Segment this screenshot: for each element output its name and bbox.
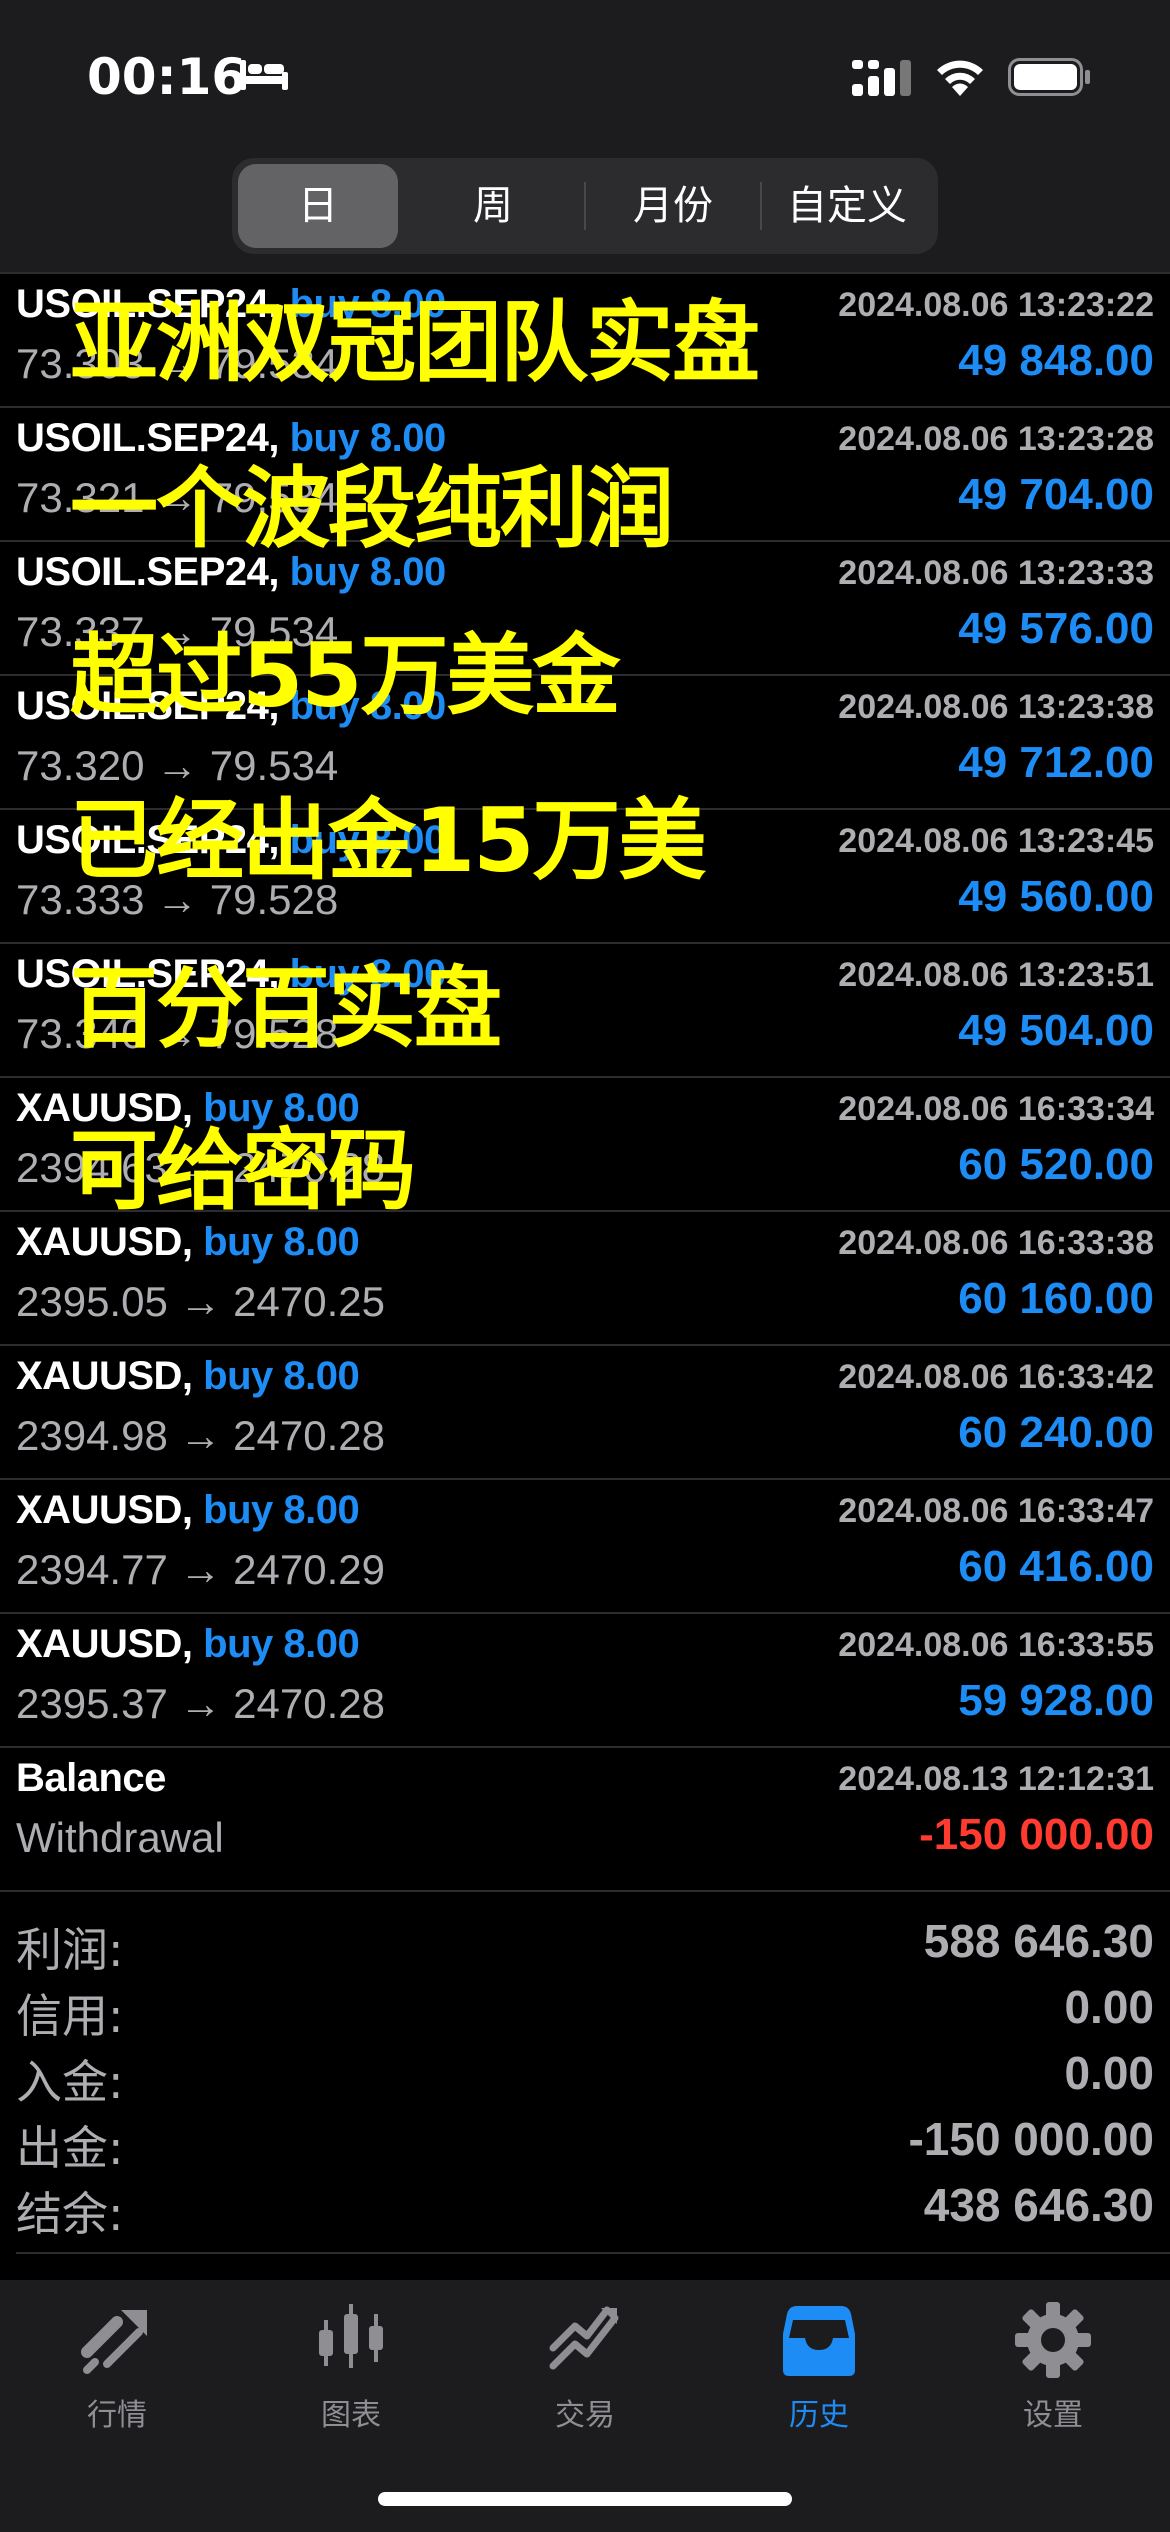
settings-gear-icon [1015, 2302, 1091, 2378]
tab-label: 设置 [1023, 2398, 1083, 2433]
balance-row[interactable]: Balance Withdrawal 2024.08.13 12:12:31 -… [0, 1746, 1170, 1880]
summary-credit: 信用: 0.00 [16, 1980, 1154, 2044]
home-indicator[interactable] [378, 2492, 792, 2506]
deal-symbol: XAUUSD, [16, 1354, 193, 1398]
wifi-icon [937, 60, 983, 96]
summary-label: 利润: [16, 1923, 124, 1977]
status-time: 00:16 [87, 48, 247, 106]
segment-separator [584, 182, 586, 230]
deal-profit: 49 560.00 [958, 872, 1154, 921]
deal-profit: 49 576.00 [958, 604, 1154, 653]
tab-settings[interactable]: 设置 [936, 2300, 1170, 2460]
balance-title: Balance [16, 1756, 166, 1800]
summary-value: 588 646.30 [923, 1915, 1154, 1967]
summary-value: -150 000.00 [908, 2113, 1154, 2165]
cellular-signal-icon [852, 60, 911, 96]
history-summary: 利润: 588 646.30 信用: 0.00 入金: 0.00 出金: -15… [0, 1890, 1170, 2252]
segment-week[interactable]: 周 [408, 164, 578, 248]
tab-label: 图表 [321, 2398, 381, 2433]
deal-time: 2024.08.06 13:23:38 [838, 688, 1154, 726]
tab-label: 历史 [789, 2398, 849, 2433]
deal-time: 2024.08.06 16:33:42 [838, 1358, 1154, 1396]
tab-quotes[interactable]: 行情 [0, 2300, 234, 2460]
deal-profit: 59 928.00 [958, 1676, 1154, 1725]
history-inbox-icon [783, 2306, 855, 2376]
summary-profit: 利润: 588 646.30 [16, 1914, 1154, 1978]
tab-label: 行情 [87, 2398, 147, 2433]
deal-profit: 49 848.00 [958, 336, 1154, 385]
summary-value: 438 646.30 [923, 2179, 1154, 2231]
battery-icon [1008, 58, 1090, 96]
tab-trade[interactable]: 交易 [468, 2300, 702, 2460]
balance-type: Withdrawal [16, 1814, 224, 1861]
summary-value: 0.00 [1064, 1981, 1154, 2033]
deal-side: buy 8.00 [203, 1622, 360, 1666]
overlay-text-line: 已经出金15万美 [70, 789, 706, 892]
deal-profit: 60 240.00 [958, 1408, 1154, 1457]
summary-deposit: 入金: 0.00 [16, 2046, 1154, 2110]
tab-chart[interactable]: 图表 [234, 2300, 468, 2460]
deal-price: 2395.05 → 2470.25 [16, 1278, 385, 1325]
deal-profit: 49 704.00 [958, 470, 1154, 519]
deal-row[interactable]: XAUUSD, buy 8.00 2394.98 → 2470.28 2024.… [0, 1344, 1170, 1478]
deal-time: 2024.08.06 13:23:51 [838, 956, 1154, 994]
sleep-bed-icon [240, 60, 288, 90]
summary-divider [16, 2252, 1170, 2254]
summary-value: 0.00 [1064, 2047, 1154, 2099]
deal-time: 2024.08.06 16:33:38 [838, 1224, 1154, 1262]
balance-time: 2024.08.13 12:12:31 [838, 1760, 1154, 1798]
quotes-icon [81, 2310, 147, 2374]
overlay-text-line: 亚洲双冠团队实盘 [70, 291, 760, 394]
deal-profit: 60 416.00 [958, 1542, 1154, 1591]
tab-history[interactable]: 历史 [702, 2300, 936, 2460]
deal-price: 2395.37 → 2470.28 [16, 1680, 385, 1727]
deal-symbol: XAUUSD, [16, 1488, 193, 1532]
overlay-text-line: 超过55万美金 [70, 624, 620, 727]
status-bar: 00:16 [0, 0, 1170, 150]
trade-icon [549, 2306, 619, 2370]
deal-time: 2024.08.06 13:23:28 [838, 420, 1154, 458]
segment-month[interactable]: 月份 [588, 164, 758, 248]
summary-label: 出金: [16, 2121, 124, 2175]
summary-label: 结余: [16, 2187, 124, 2241]
overlay-text-line: 百分百实盘 [70, 957, 502, 1060]
deal-time: 2024.08.06 16:33:55 [838, 1626, 1154, 1664]
deal-profit: 49 504.00 [958, 1006, 1154, 1055]
chart-candles-icon [319, 2304, 383, 2368]
deal-row[interactable]: XAUUSD, buy 8.00 2395.37 → 2470.28 2024.… [0, 1612, 1170, 1746]
summary-label: 入金: [16, 2055, 124, 2109]
deal-time: 2024.08.06 16:33:34 [838, 1090, 1154, 1128]
deal-row[interactable]: XAUUSD, buy 8.00 2395.05 → 2470.25 2024.… [0, 1210, 1170, 1344]
balance-amount: -150 000.00 [919, 1810, 1154, 1859]
tab-label: 交易 [555, 2398, 615, 2433]
deal-time: 2024.08.06 13:23:33 [838, 554, 1154, 592]
overlay-text-line: 可给密码 [70, 1119, 416, 1222]
deal-side: buy 8.00 [203, 1354, 360, 1398]
deal-price: 2394.98 → 2470.28 [16, 1412, 385, 1459]
deal-time: 2024.08.06 13:23:45 [838, 822, 1154, 860]
summary-withdrawal: 出金: -150 000.00 [16, 2112, 1154, 2176]
deal-symbol: XAUUSD, [16, 1622, 193, 1666]
segment-custom[interactable]: 自定义 [762, 164, 932, 248]
summary-label: 信用: [16, 1989, 124, 2043]
summary-balance: 结余: 438 646.30 [16, 2178, 1154, 2242]
segment-day[interactable]: 日 [238, 164, 398, 248]
deal-profit: 60 160.00 [958, 1274, 1154, 1323]
deal-side: buy 8.00 [203, 1488, 360, 1532]
deal-time: 2024.08.06 16:33:47 [838, 1492, 1154, 1530]
deal-price: 2394.77 → 2470.29 [16, 1546, 385, 1593]
deal-row[interactable]: XAUUSD, buy 8.00 2394.77 → 2470.29 2024.… [0, 1478, 1170, 1612]
deal-profit: 49 712.00 [958, 738, 1154, 787]
deal-profit: 60 520.00 [958, 1140, 1154, 1189]
deal-time: 2024.08.06 13:23:22 [838, 286, 1154, 324]
period-segmented-control: 日 周 月份 自定义 [232, 158, 938, 254]
overlay-text-line: 一个波段纯利润 [70, 457, 674, 560]
